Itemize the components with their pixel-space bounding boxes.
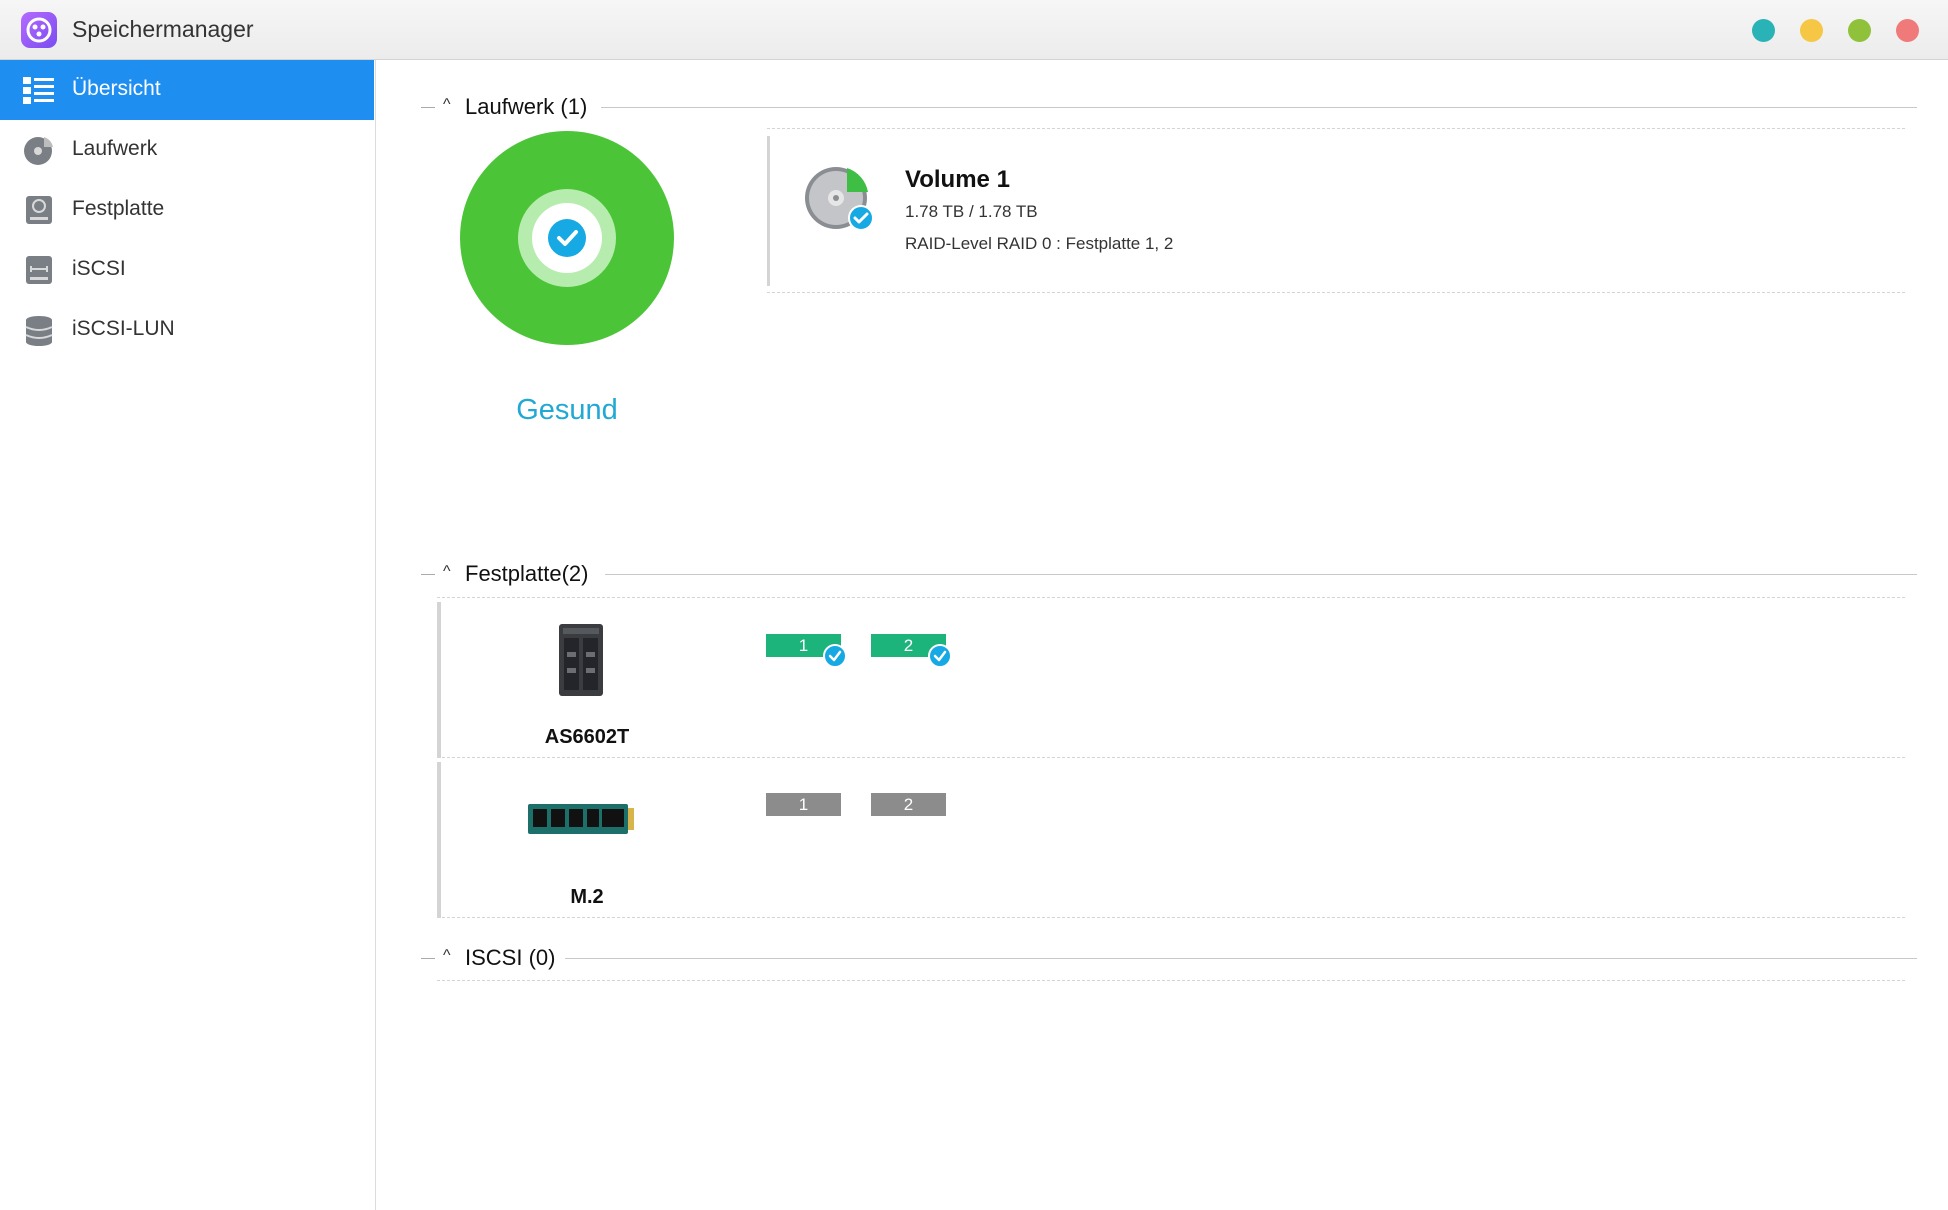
divider [767,292,1905,293]
list-icon [23,77,54,104]
window-maximize-button[interactable] [1848,19,1871,42]
check-icon [548,219,586,257]
database-icon [25,316,53,346]
header-dash [421,107,435,108]
main-content: ^ Laufwerk (1) Gesund Volume 1 1.78 TB /… [377,60,1948,1210]
divider [437,980,1905,981]
volume-disk-icon [805,167,874,231]
sidebar-item-overview[interactable]: Übersicht [0,60,374,120]
window-pin-button[interactable] [1752,19,1775,42]
sidebar-item-iscsi-lun[interactable]: iSCSI-LUN [0,300,374,360]
sidebar-item-label: iSCSI-LUN [72,317,175,340]
volume-icon [24,137,53,165]
disk-slot-1[interactable]: 1 [766,793,841,816]
sidebar-item-iscsi[interactable]: iSCSI [0,240,374,300]
header-rule [565,958,1917,959]
storage-manager-app-icon [21,12,57,48]
row-accent-bar [437,762,441,918]
title-bar: Speichermanager [0,0,1948,60]
section-title: Laufwerk (1) [465,94,588,119]
card-accent-bar [767,136,770,286]
chevron-up-icon[interactable]: ^ [443,96,451,114]
nas-device-icon [559,624,603,696]
sidebar-item-volume[interactable]: Laufwerk [0,120,374,180]
sidebar: Übersicht Laufwerk Festplatte iSCSI iSCS… [0,60,376,1210]
disks-section-header[interactable]: ^ Festplatte(2) [421,560,1917,590]
divider [437,757,1905,758]
check-icon [928,644,952,668]
section-title: Festplatte(2) [465,561,589,586]
health-status-graphic [460,131,674,345]
hard-disk-icon [26,196,52,224]
device-name: M.2 [570,886,604,908]
device-row-m2[interactable]: M.2 1 2 [437,762,1905,922]
chevron-up-icon[interactable]: ^ [443,947,451,965]
header-dash [421,958,435,959]
m2-ssd-icon [528,804,634,834]
sidebar-item-label: Laufwerk [72,137,158,160]
divider [437,917,1905,918]
window-minimize-button[interactable] [1800,19,1823,42]
sidebar-item-label: iSCSI [72,257,126,280]
device-name: AS6602T [544,726,630,748]
volume-name: Volume 1 [905,166,1010,193]
iscsi-section-header[interactable]: ^ ISCSI (0) [421,944,1917,974]
iscsi-icon [26,256,52,284]
header-dash [421,574,435,575]
health-inner [532,203,602,273]
header-rule [601,107,1917,108]
header-rule [605,574,1917,575]
chevron-up-icon[interactable]: ^ [443,563,451,581]
divider [767,128,1905,129]
window-title: Speichermanager [72,16,254,42]
disk-slot-2[interactable]: 2 [871,793,946,816]
sidebar-item-hard-disk[interactable]: Festplatte [0,180,374,240]
health-status-text: Gesund [516,394,618,426]
device-row-as6602t[interactable]: AS6602T 1 2 [437,602,1905,762]
volume-size: 1.78 TB / 1.78 TB [905,202,1038,221]
sidebar-item-label: Übersicht [72,77,161,100]
health-ring [518,189,616,287]
volume-raid-level: RAID-Level RAID 0 : Festplatte 1, 2 [905,234,1174,253]
check-icon [823,644,847,668]
sidebar-item-label: Festplatte [72,197,165,220]
divider [437,597,1905,598]
volume-card[interactable]: Volume 1 1.78 TB / 1.78 TB RAID-Level RA… [767,136,1905,296]
section-title: ISCSI (0) [465,945,556,970]
row-accent-bar [437,602,441,758]
volume-section-header[interactable]: ^ Laufwerk (1) [421,93,1917,123]
window-close-button[interactable] [1896,19,1919,42]
